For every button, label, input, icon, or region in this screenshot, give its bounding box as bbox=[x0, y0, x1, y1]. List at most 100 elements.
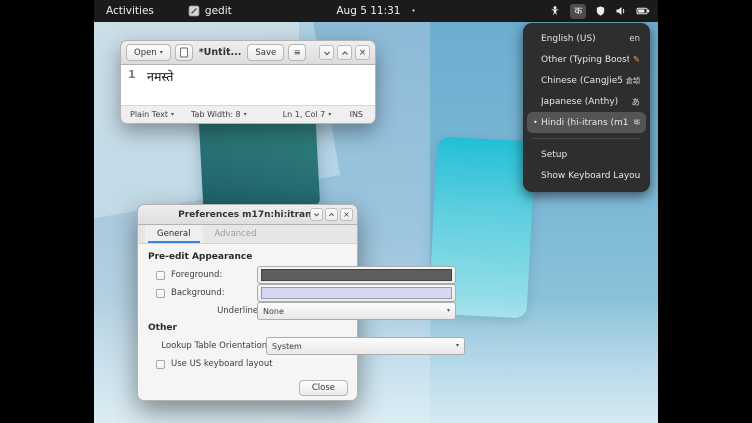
clock-area[interactable]: Aug 5 11:31 • bbox=[336, 5, 415, 17]
lookup-orientation-row: Lookup Table Orientation: System ▾ bbox=[148, 337, 347, 355]
top-bar: Activities gedit Aug 5 11:31 • क bbox=[94, 0, 658, 22]
screen: Activities gedit Aug 5 11:31 • क bbox=[0, 0, 752, 423]
close-dialog-button[interactable]: Close bbox=[299, 380, 348, 396]
section-preedit-appearance: Pre-edit Appearance bbox=[148, 252, 347, 262]
battery-icon[interactable] bbox=[636, 5, 650, 17]
menu-item-japanese-anthy[interactable]: Japanese (Anthy) あ bbox=[527, 91, 646, 112]
cursor-position-menubutton[interactable]: Ln 1, Col 7 ▾ bbox=[283, 110, 332, 119]
cursor-position-label: Ln 1, Col 7 bbox=[283, 110, 326, 119]
us-keyboard-checkbox[interactable] bbox=[156, 360, 165, 369]
lookup-orientation-dropdown[interactable]: System ▾ bbox=[266, 337, 465, 355]
accessibility-icon[interactable] bbox=[549, 5, 561, 17]
gedit-status-bar: Plain Text ▾ Tab Width: 8 ▾ Ln 1, Col 7 … bbox=[120, 105, 376, 124]
section-other: Other bbox=[148, 323, 347, 333]
input-method-indicator[interactable]: क bbox=[570, 4, 586, 19]
clock-label: Aug 5 11:31 bbox=[336, 5, 400, 17]
gedit-icon bbox=[188, 5, 200, 17]
menu-separator bbox=[532, 138, 641, 139]
menu-item-label: English (US) bbox=[541, 34, 625, 44]
preferences-title: Preferences m17n:hi:itrans bbox=[178, 210, 317, 220]
close-button[interactable]: × bbox=[340, 208, 353, 221]
foreground-color-button[interactable] bbox=[257, 266, 456, 284]
foreground-checkbox[interactable] bbox=[156, 271, 165, 280]
menu-item-typing-booster[interactable]: Other (Typing Booster) ✎ bbox=[527, 49, 646, 70]
background-checkbox[interactable] bbox=[156, 289, 165, 298]
hamburger-menu-button[interactable]: ≡ bbox=[288, 44, 306, 61]
menu-item-label: Other (Typing Booster) bbox=[541, 55, 629, 65]
preferences-body: Pre-edit Appearance Foreground: Backgrou… bbox=[137, 244, 358, 375]
menu-item-chinese-cangjie[interactable]: Chinese (CangJie5) 倉頡 bbox=[527, 70, 646, 91]
insert-mode-indicator: INS bbox=[350, 110, 363, 119]
close-button[interactable]: × bbox=[355, 45, 370, 60]
selected-bullet-icon: • bbox=[533, 118, 541, 127]
text-editor-area[interactable]: 1 नमस्ते bbox=[120, 65, 376, 105]
foreground-color-swatch bbox=[261, 269, 452, 281]
new-document-button[interactable] bbox=[175, 44, 193, 61]
close-icon: × bbox=[343, 210, 350, 219]
menu-item-english-us[interactable]: English (US) en bbox=[527, 28, 646, 49]
chevron-down-icon: ▾ bbox=[456, 343, 459, 349]
notification-dot-icon: • bbox=[411, 7, 415, 15]
underline-dropdown[interactable]: None ▾ bbox=[257, 302, 456, 320]
doc-type-menubutton[interactable]: Plain Text ▾ bbox=[130, 110, 174, 119]
gedit-header-bar: Open ▾ *Untit... Save ≡ bbox=[120, 40, 376, 65]
us-keyboard-label: Use US keyboard layout bbox=[171, 359, 273, 369]
tab-width-menubutton[interactable]: Tab Width: 8 ▾ bbox=[191, 110, 247, 119]
preferences-dialog: Preferences m17n:hi:itrans × General bbox=[137, 204, 358, 401]
gedit-window: Open ▾ *Untit... Save ≡ bbox=[120, 40, 376, 124]
maximize-button[interactable] bbox=[337, 45, 352, 60]
line-number: 1 bbox=[128, 68, 141, 105]
document-title: *Untit... bbox=[199, 47, 242, 58]
activities-button[interactable]: Activities bbox=[106, 5, 154, 17]
pencil-icon: ✎ bbox=[633, 55, 640, 65]
document-text: नमस्ते bbox=[147, 68, 173, 105]
minimize-button[interactable] bbox=[310, 208, 323, 221]
tab-advanced[interactable]: Advanced bbox=[203, 225, 269, 243]
doc-type-label: Plain Text bbox=[130, 110, 168, 119]
background-label: Background: bbox=[171, 288, 225, 298]
input-source-badge: en bbox=[629, 34, 640, 44]
lookup-orientation-label: Lookup Table Orientation: bbox=[156, 341, 270, 351]
maximize-button[interactable] bbox=[325, 208, 338, 221]
save-button-label: Save bbox=[255, 48, 276, 58]
background-row: Background: bbox=[148, 284, 347, 302]
menu-item-hindi-itrans[interactable]: • Hindi (hi-itrans (m17n)) क bbox=[527, 112, 646, 133]
menu-item-label: Show Keyboard Layout bbox=[541, 171, 640, 181]
background-color-button[interactable] bbox=[257, 284, 456, 302]
window-controls: × bbox=[319, 45, 370, 60]
menu-item-label: Chinese (CangJie5) bbox=[541, 76, 622, 86]
menu-item-label: Hindi (hi-itrans (m17n)) bbox=[541, 118, 629, 128]
chevron-down-icon: ▾ bbox=[328, 112, 331, 118]
shield-icon[interactable] bbox=[595, 5, 606, 17]
underline-value: None bbox=[263, 307, 284, 316]
app-menu-button[interactable]: gedit bbox=[188, 5, 232, 17]
open-button-label: Open bbox=[134, 48, 157, 58]
menu-item-show-keyboard-layout[interactable]: Show Keyboard Layout bbox=[527, 165, 646, 186]
underline-label: Underline: bbox=[156, 306, 261, 316]
input-source-badge: あ bbox=[631, 96, 640, 108]
volume-icon[interactable] bbox=[615, 5, 627, 17]
input-source-menu: English (US) en Other (Typing Booster) ✎… bbox=[523, 23, 650, 192]
insert-mode-label: INS bbox=[350, 110, 363, 119]
chevron-down-icon: ▾ bbox=[447, 308, 450, 314]
foreground-label: Foreground: bbox=[171, 270, 222, 280]
chevron-down-icon bbox=[313, 211, 320, 218]
menu-item-setup[interactable]: Setup bbox=[527, 144, 646, 165]
menu-item-label: Setup bbox=[541, 150, 640, 160]
save-button[interactable]: Save bbox=[247, 44, 284, 61]
chevron-up-icon bbox=[328, 211, 335, 218]
minimize-button[interactable] bbox=[319, 45, 334, 60]
chevron-down-icon bbox=[323, 49, 331, 57]
chevron-down-icon: ▾ bbox=[160, 50, 163, 56]
foreground-row: Foreground: bbox=[148, 266, 347, 284]
input-source-badge: क bbox=[633, 117, 640, 128]
window-controls: × bbox=[310, 208, 353, 221]
tab-general[interactable]: General bbox=[145, 225, 203, 243]
input-source-badge: 倉頡 bbox=[626, 76, 640, 86]
system-tray: क bbox=[549, 0, 650, 22]
open-button[interactable]: Open ▾ bbox=[126, 44, 171, 61]
menu-item-label: Japanese (Anthy) bbox=[541, 97, 627, 107]
underline-row: Underline: None ▾ bbox=[148, 302, 347, 320]
hamburger-icon: ≡ bbox=[294, 48, 301, 58]
chevron-up-icon bbox=[341, 49, 349, 57]
